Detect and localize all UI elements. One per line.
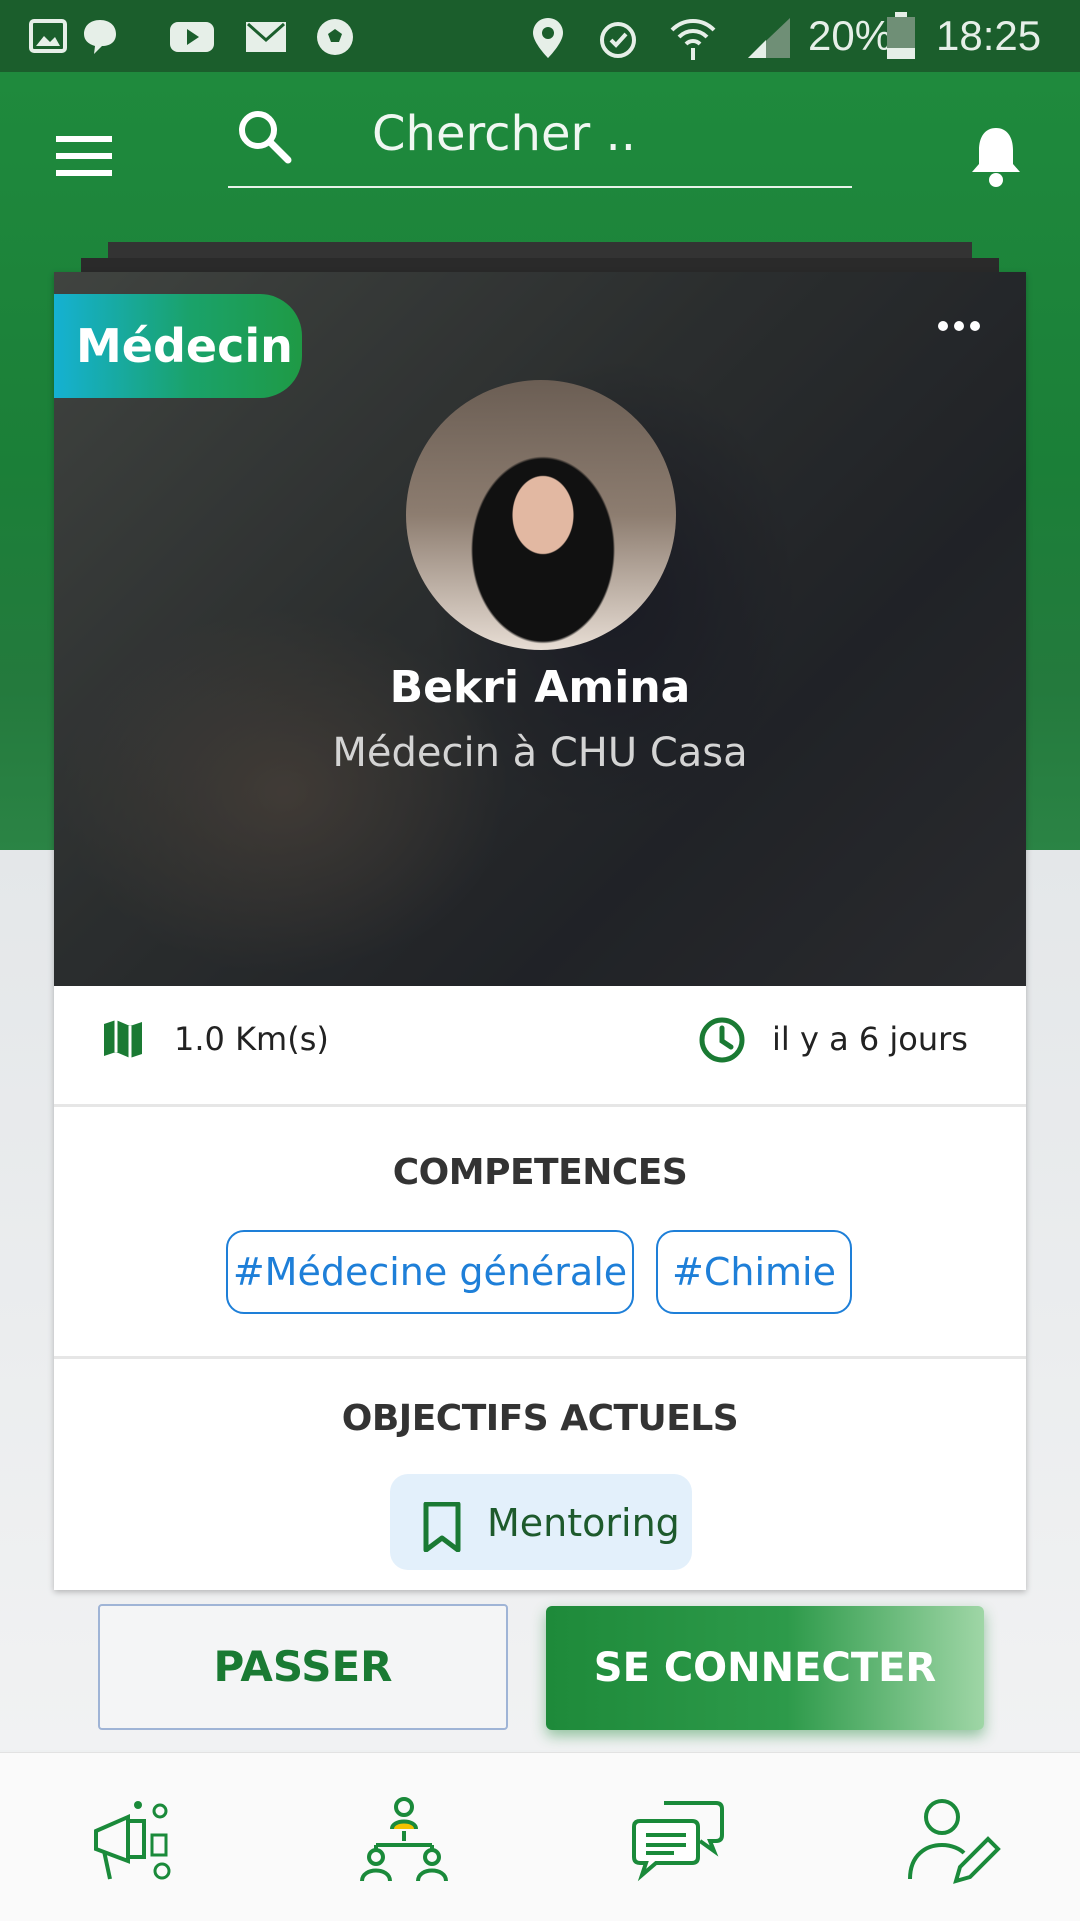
clock: 18:25 <box>936 12 1042 59</box>
role-badge: Médecin <box>54 294 302 398</box>
profile-edit-icon[interactable] <box>906 1795 1002 1885</box>
skip-button[interactable]: PASSER <box>98 1604 508 1730</box>
announce-icon[interactable] <box>88 1795 184 1885</box>
search-input[interactable]: Chercher .. <box>372 106 636 162</box>
search-icon[interactable] <box>236 108 292 164</box>
competence-tag[interactable]: #Chimie <box>656 1230 852 1314</box>
menu-icon[interactable] <box>56 136 112 176</box>
profile-card[interactable]: Médecin Bekri Amina Médecin à CHU Casa 1… <box>54 272 1026 1590</box>
messages-icon[interactable] <box>630 1795 726 1885</box>
soccer-ball-icon <box>317 19 353 55</box>
location-pin-icon <box>533 18 563 58</box>
search-underline <box>228 186 852 188</box>
mail-icon <box>246 22 286 52</box>
alarm-icon <box>600 22 636 58</box>
more-dots-icon[interactable] <box>938 316 998 340</box>
avatar <box>406 380 676 650</box>
objectif-label: Mentoring <box>487 1501 680 1545</box>
connect-button[interactable]: SE CONNECTER <box>546 1606 984 1730</box>
bell-icon[interactable] <box>970 124 1022 188</box>
distance-text: 1.0 Km(s) <box>174 1020 329 1058</box>
bookmark-icon <box>423 1502 461 1552</box>
divider <box>54 1356 1026 1359</box>
bottom-nav <box>0 1752 1080 1921</box>
signal-icon <box>748 18 790 58</box>
clock-icon <box>699 1017 745 1063</box>
profile-subtitle: Médecin à CHU Casa <box>332 730 748 776</box>
battery-percent: 20% <box>808 12 893 59</box>
objectifs-title: OBJECTIFS ACTUELS <box>341 1398 739 1439</box>
wifi-icon <box>670 19 716 60</box>
youtube-icon <box>170 22 214 52</box>
time-ago-text: il y a 6 jours <box>772 1020 968 1058</box>
map-icon <box>104 1020 142 1058</box>
competence-tag[interactable]: #Médecine générale <box>226 1230 634 1314</box>
profile-name: Bekri Amina <box>389 662 691 713</box>
chat-bubble-icon <box>84 20 116 54</box>
competences-title: COMPETENCES <box>392 1152 688 1193</box>
gallery-icon <box>29 19 67 53</box>
network-icon[interactable] <box>356 1795 452 1885</box>
status-bar: 20% 18:25 <box>0 0 1080 72</box>
divider <box>54 1104 1026 1107</box>
battery-icon <box>887 12 915 59</box>
